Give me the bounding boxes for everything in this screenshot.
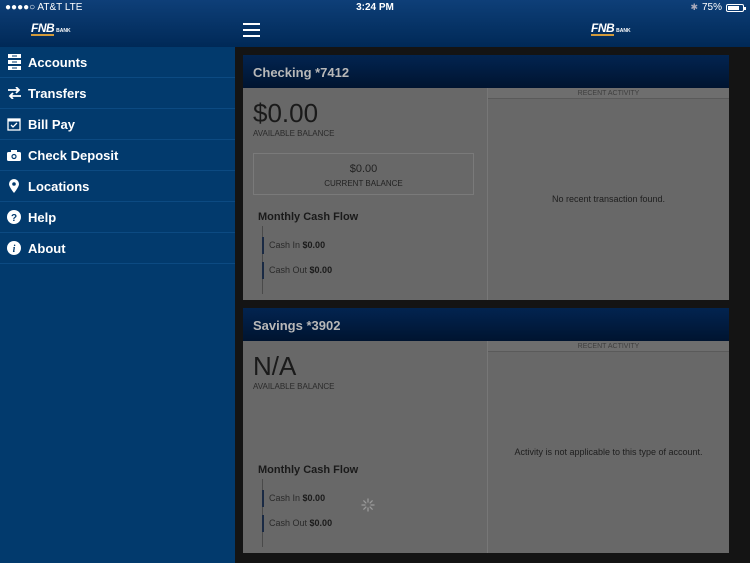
available-balance-label: AVAILABLE BALANCE: [253, 129, 335, 138]
recent-activity-panel: RECENT ACTIVITY Activity is not applicab…: [487, 341, 729, 553]
account-card-checking[interactable]: Checking *7412 $0.00 AVAILABLE BALANCE $…: [243, 55, 729, 300]
cash-flow-title: Monthly Cash Flow: [258, 464, 359, 476]
question-icon: ?: [0, 210, 28, 224]
map-pin-icon: [0, 179, 28, 193]
recent-activity-message: No recent transaction found.: [551, 194, 666, 204]
available-balance: N/A: [253, 351, 297, 381]
sidebar-item-transfers[interactable]: Transfers: [0, 78, 235, 109]
cash-in-row: Cash In $0.00: [262, 237, 325, 254]
transfer-arrows-icon: [0, 87, 28, 99]
sidebar-item-help[interactable]: ? Help: [0, 202, 235, 233]
current-balance-label: CURRENT BALANCE: [324, 179, 403, 188]
sidebar-item-locations[interactable]: Locations: [0, 171, 235, 202]
sidebar-nav: Accounts Transfers Bill Pay Check Deposi…: [0, 47, 235, 563]
battery-percent: 75%: [701, 2, 722, 13]
recent-activity-header: RECENT ACTIVITY: [488, 88, 729, 99]
account-card-savings[interactable]: Savings *3902 N/A AVAILABLE BALANCE Mont…: [243, 308, 729, 553]
camera-icon: [0, 149, 28, 161]
available-balance: $0.00: [253, 98, 319, 128]
loading-spinner-icon: [361, 498, 375, 512]
fnb-logo: FNB BANK: [31, 21, 71, 36]
sidebar-item-accounts[interactable]: Accounts: [0, 47, 235, 78]
cash-flow-title: Monthly Cash Flow: [258, 211, 359, 223]
recent-activity-panel: RECENT ACTIVITY No recent transaction fo…: [487, 88, 729, 300]
info-icon: i: [0, 241, 28, 255]
accounts-icon: [0, 54, 28, 70]
status-bar: ●●●●○ AT&T LTE 3:24 PM ✱ 75%: [0, 0, 750, 16]
cash-in-row: Cash In $0.00: [262, 490, 325, 507]
current-balance-box: $0.00 CURRENT BALANCE: [253, 153, 474, 195]
cash-out-row: Cash Out $0.00: [262, 262, 332, 279]
calendar-check-icon: [0, 117, 28, 131]
account-title[interactable]: Savings *3902: [243, 308, 729, 341]
hamburger-icon: [243, 23, 260, 25]
sidebar-item-about[interactable]: i About: [0, 233, 235, 264]
sidebar-item-check-deposit[interactable]: Check Deposit: [0, 140, 235, 171]
hamburger-menu-button[interactable]: [243, 23, 260, 37]
account-title[interactable]: Checking *7412: [243, 55, 729, 88]
recent-activity-message: Activity is not applicable to this type …: [514, 447, 703, 457]
accounts-overview: Checking *7412 $0.00 AVAILABLE BALANCE $…: [235, 47, 750, 563]
fnb-logo-center: FNB BANK: [591, 21, 631, 36]
cash-out-row: Cash Out $0.00: [262, 515, 332, 532]
sidebar-item-bill-pay[interactable]: Bill Pay: [0, 109, 235, 140]
clock: 3:24 PM: [356, 2, 394, 13]
svg-text:?: ?: [11, 213, 17, 224]
svg-text:i: i: [13, 244, 16, 255]
battery-icon: [726, 3, 746, 12]
bluetooth-icon: ✱: [690, 2, 698, 12]
available-balance-label: AVAILABLE BALANCE: [253, 382, 335, 391]
recent-activity-header: RECENT ACTIVITY: [488, 341, 729, 352]
current-balance: $0.00: [349, 163, 378, 175]
